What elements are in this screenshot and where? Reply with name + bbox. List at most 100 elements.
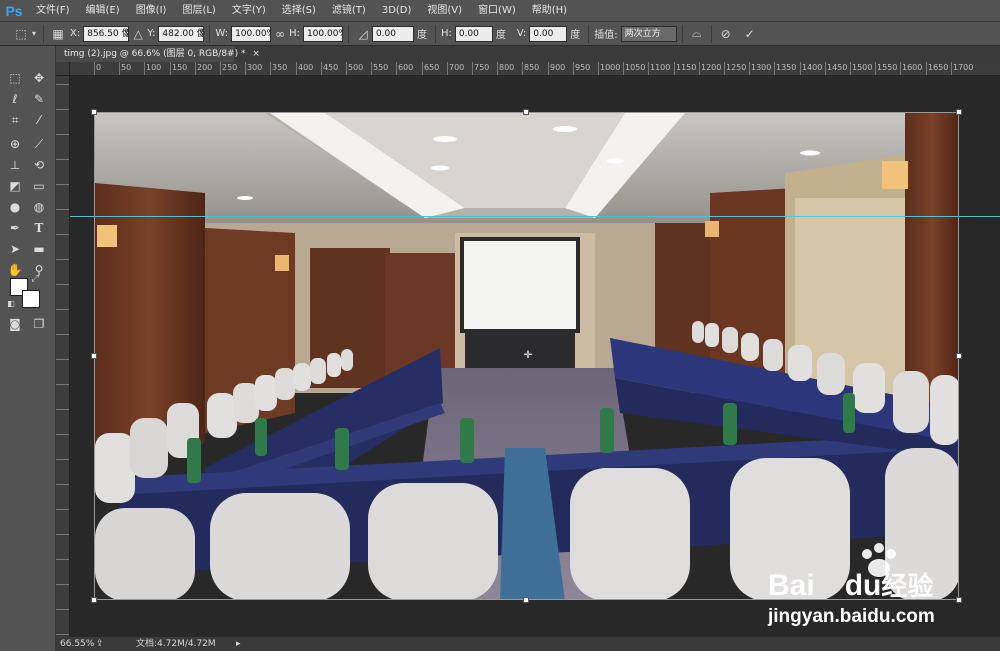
dodge-tool-icon[interactable]: ◍ xyxy=(28,197,50,217)
horizontal-skew-field[interactable]: 0.00 xyxy=(454,25,493,42)
reference-point-icon[interactable]: ▦ xyxy=(49,27,67,41)
watermark-brand-bai: Bai xyxy=(768,569,815,602)
transform-handle-middle-left[interactable] xyxy=(91,353,97,359)
transform-handle-top-right[interactable] xyxy=(956,109,962,115)
ruler-tick xyxy=(56,434,69,435)
menu-type[interactable]: 文字(Y) xyxy=(224,0,274,22)
ruler-label: 150 xyxy=(172,63,188,72)
brush-tool-icon[interactable]: ⟋ xyxy=(28,134,50,154)
menu-filter[interactable]: 滤镜(T) xyxy=(324,0,374,22)
quick-mask-icon[interactable]: ◙ xyxy=(4,314,26,334)
zoom-level[interactable]: 66.55% xyxy=(60,637,94,651)
height-label: H: xyxy=(289,28,300,39)
lasso-tool-icon[interactable]: ℓ xyxy=(4,89,26,109)
move-tool-icon[interactable]: ✥ xyxy=(28,68,50,88)
link-aspect-icon[interactable]: ∞ xyxy=(271,27,289,41)
type-tool-icon[interactable]: T xyxy=(28,218,50,238)
document-tab[interactable]: timg (2).jpg @ 66.6% (图层 0, RGB/8#) * × xyxy=(56,46,260,62)
ruler-label: 0 xyxy=(96,63,102,72)
ruler-tick xyxy=(749,62,750,75)
eraser-tool-icon[interactable]: ◩ xyxy=(4,176,26,196)
x-position-field[interactable]: 856.50 像素 xyxy=(83,25,130,42)
eyedropper-tool-icon[interactable]: ⁄ xyxy=(28,110,50,130)
ruler-label: 1000 xyxy=(600,63,621,72)
cancel-transform-icon[interactable]: ⊘ xyxy=(717,27,735,41)
horizontal-ruler[interactable]: 0 50 100 150 200 250 300 350 400 450 500 550 600 650 7… xyxy=(70,62,1000,76)
y-position-field[interactable]: 482.00 像素 xyxy=(158,25,205,42)
quick-select-tool-icon[interactable]: ✎ xyxy=(28,89,50,109)
ruler-label: 450 xyxy=(323,63,339,72)
options-bar: ⬚ ▾ ▦ X: 856.50 像素 △ Y: 482.00 像素 W: 100… xyxy=(0,22,1000,46)
menu-window[interactable]: 窗口(W) xyxy=(470,0,524,22)
ruler-tick xyxy=(56,534,69,535)
ruler-label: 750 xyxy=(474,63,490,72)
separator xyxy=(209,24,211,43)
history-brush-tool-icon[interactable]: ⟲ xyxy=(28,155,50,175)
ruler-tick xyxy=(321,62,322,75)
horizontal-guide-line[interactable] xyxy=(70,216,1000,217)
height-percent-field[interactable]: 100.00% xyxy=(302,25,343,42)
ruler-label: 400 xyxy=(298,63,314,72)
rotate-angle-field[interactable]: 0.00 xyxy=(371,25,414,42)
ruler-tick xyxy=(56,359,69,360)
marquee-tool-icon[interactable]: ⬚ xyxy=(4,68,26,88)
ruler-tick xyxy=(56,109,69,110)
healing-brush-tool-icon[interactable]: ⊕ xyxy=(4,134,26,154)
ruler-tick xyxy=(900,62,901,75)
transform-handle-bottom-center[interactable] xyxy=(523,597,529,603)
ruler-tick xyxy=(371,62,372,75)
canvas-area[interactable]: ✛ xyxy=(70,76,1000,637)
ruler-label: 100 xyxy=(146,63,162,72)
menu-select[interactable]: 选择(S) xyxy=(274,0,324,22)
ruler-tick xyxy=(422,62,423,75)
blur-tool-icon[interactable]: ● xyxy=(4,197,26,217)
menu-view[interactable]: 视图(V) xyxy=(419,0,470,22)
transform-handle-bottom-left[interactable] xyxy=(91,597,97,603)
transform-handle-middle-right[interactable] xyxy=(956,353,962,359)
ruler-label: 700 xyxy=(449,63,465,72)
menu-edit[interactable]: 编辑(E) xyxy=(78,0,128,22)
pen-tool-icon[interactable]: ✒ xyxy=(4,218,26,238)
ruler-tick xyxy=(774,62,775,75)
gradient-tool-icon[interactable]: ▭ xyxy=(28,176,50,196)
vertical-ruler[interactable] xyxy=(56,76,70,637)
warp-mode-icon[interactable]: ⌓ xyxy=(688,26,706,41)
menu-image[interactable]: 图像(I) xyxy=(128,0,175,22)
swap-colors-icon[interactable]: ⤢ xyxy=(30,274,40,284)
interpolation-select[interactable]: 两次立方 xyxy=(620,25,677,42)
dropdown-arrow-icon[interactable]: ▾ xyxy=(30,29,38,38)
menu-3d[interactable]: 3D(D) xyxy=(374,0,420,22)
menu-help[interactable]: 帮助(H) xyxy=(524,0,575,22)
menu-layer[interactable]: 图层(L) xyxy=(174,0,223,22)
ruler-tick xyxy=(825,62,826,75)
ruler-tick xyxy=(119,62,120,75)
ruler-tick xyxy=(56,184,69,185)
ruler-tick xyxy=(447,62,448,75)
transform-handle-top-center[interactable] xyxy=(523,109,529,115)
ruler-corner[interactable] xyxy=(56,62,70,76)
path-selection-tool-icon[interactable]: ➤ xyxy=(4,239,26,259)
commit-transform-icon[interactable]: ✓ xyxy=(741,27,759,41)
ruler-tick xyxy=(56,84,69,85)
ruler-label: 300 xyxy=(247,63,263,72)
vertical-skew-field[interactable]: 0.00 xyxy=(529,25,568,42)
default-colors-icon[interactable]: ◧ xyxy=(6,298,16,308)
ruler-tick xyxy=(598,62,599,75)
move-tool-preset-icon[interactable]: ⬚ xyxy=(12,27,30,41)
menu-file[interactable]: 文件(F) xyxy=(28,0,78,22)
clone-stamp-tool-icon[interactable]: ⊥ xyxy=(4,155,26,175)
relative-position-icon[interactable]: △ xyxy=(129,27,147,41)
status-menu-arrow-icon[interactable]: ▸ xyxy=(236,637,241,651)
transform-center-crosshair[interactable]: ✛ xyxy=(523,351,533,361)
close-tab-icon[interactable]: × xyxy=(252,49,260,59)
screen-mode-icon[interactable]: ❐ xyxy=(28,314,50,334)
conference-room-photo[interactable]: ✛ xyxy=(94,112,959,600)
rectangle-tool-icon[interactable]: ▬ xyxy=(28,239,50,259)
export-icon[interactable]: ⇪ xyxy=(96,637,104,651)
hand-tool-icon[interactable]: ✋ xyxy=(4,260,26,280)
transform-handle-top-left[interactable] xyxy=(91,109,97,115)
hskew-label: H: xyxy=(440,28,452,39)
width-percent-field[interactable]: 100.00% xyxy=(231,25,272,42)
background-color-swatch[interactable] xyxy=(22,290,40,308)
crop-tool-icon[interactable]: ⌗ xyxy=(4,110,26,130)
